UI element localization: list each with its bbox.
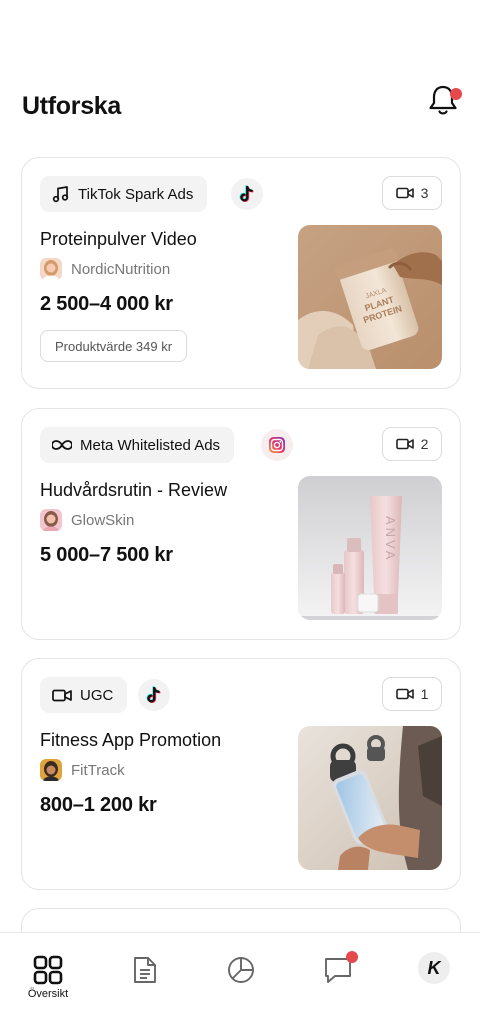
video-count-badge: 3 — [382, 176, 442, 210]
campaign-card[interactable]: UGC 1 Fitness App Promotion FitTrack 800… — [21, 658, 461, 890]
brand-name: FitTrack — [71, 761, 125, 779]
bottom-nav: Översikt K — [0, 932, 480, 1034]
tiktok-platform-badge — [138, 679, 170, 711]
video-count: 3 — [420, 185, 429, 201]
brand-avatar — [40, 759, 62, 781]
brand-avatar — [40, 258, 62, 280]
nav-item-documents[interactable] — [115, 949, 175, 1009]
video-count-badge: 1 — [382, 677, 442, 711]
campaign-thumbnail: ANVA — [298, 476, 442, 620]
infinity-icon — [52, 440, 72, 450]
campaign-type-label: UGC — [80, 686, 114, 704]
tiktok-icon — [239, 185, 254, 203]
brand-name: GlowSkin — [71, 511, 135, 529]
instagram-platform-badge — [261, 429, 293, 461]
video-camera-icon — [395, 438, 414, 450]
price-range: 5 000–7 500 kr — [40, 544, 173, 566]
campaign-title: Fitness App Promotion — [40, 730, 222, 750]
video-camera-icon — [395, 187, 414, 199]
campaign-title: Hudvårdsrutin - Review — [40, 480, 228, 500]
nav-label: Översikt — [27, 988, 69, 1000]
nav-item-profile[interactable]: K — [404, 949, 464, 1009]
brand-row: NordicNutrition — [40, 258, 170, 280]
campaign-type-label: Meta Whitelisted Ads — [80, 436, 221, 454]
message-badge — [346, 951, 358, 963]
nav-item-overview[interactable]: Översikt — [18, 949, 78, 1009]
grid-icon — [33, 955, 63, 985]
page-title: Utforska — [22, 92, 122, 120]
tiktok-platform-badge — [231, 178, 263, 210]
music-note-icon — [52, 186, 69, 203]
campaign-card[interactable]: TikTok Spark Ads 3 Proteinpulver Video N… — [21, 157, 461, 389]
header: Utforska — [22, 80, 462, 130]
tiktok-icon — [146, 686, 161, 704]
video-count: 1 — [420, 686, 429, 702]
price-range: 800–1 200 kr — [40, 794, 157, 816]
product-value-chip: Produktvärde 349 kr — [40, 330, 188, 362]
thumb-text: ANVA — [383, 516, 398, 562]
campaign-thumbnail: JAXLA PLANT PROTEIN — [298, 225, 442, 369]
campaign-type-tag: UGC — [40, 677, 128, 713]
notification-badge — [450, 88, 462, 100]
nav-item-statistics[interactable] — [211, 949, 271, 1009]
document-icon — [134, 957, 156, 983]
pie-chart-icon — [228, 957, 254, 983]
video-camera-icon — [395, 688, 414, 700]
notifications-button[interactable] — [428, 80, 462, 120]
campaign-type-tag: Meta Whitelisted Ads — [40, 427, 235, 463]
video-count-badge: 2 — [382, 427, 442, 461]
campaign-card[interactable]: Meta Whitelisted Ads 2 Hudvårdsrutin - R… — [21, 408, 461, 640]
video-count: 2 — [420, 436, 429, 452]
campaign-type-tag: TikTok Spark Ads — [40, 176, 208, 212]
price-range: 2 500–4 000 kr — [40, 293, 173, 315]
nav-item-messages[interactable] — [308, 949, 368, 1009]
profile-avatar: K — [418, 952, 450, 984]
campaign-type-label: TikTok Spark Ads — [78, 185, 194, 203]
brand-row: FitTrack — [40, 759, 125, 781]
campaign-title: Proteinpulver Video — [40, 229, 197, 249]
brand-row: GlowSkin — [40, 509, 134, 531]
brand-avatar — [40, 509, 62, 531]
instagram-icon — [269, 437, 285, 453]
brand-name: NordicNutrition — [71, 260, 171, 278]
campaign-thumbnail — [298, 726, 442, 870]
video-camera-icon — [52, 689, 72, 701]
